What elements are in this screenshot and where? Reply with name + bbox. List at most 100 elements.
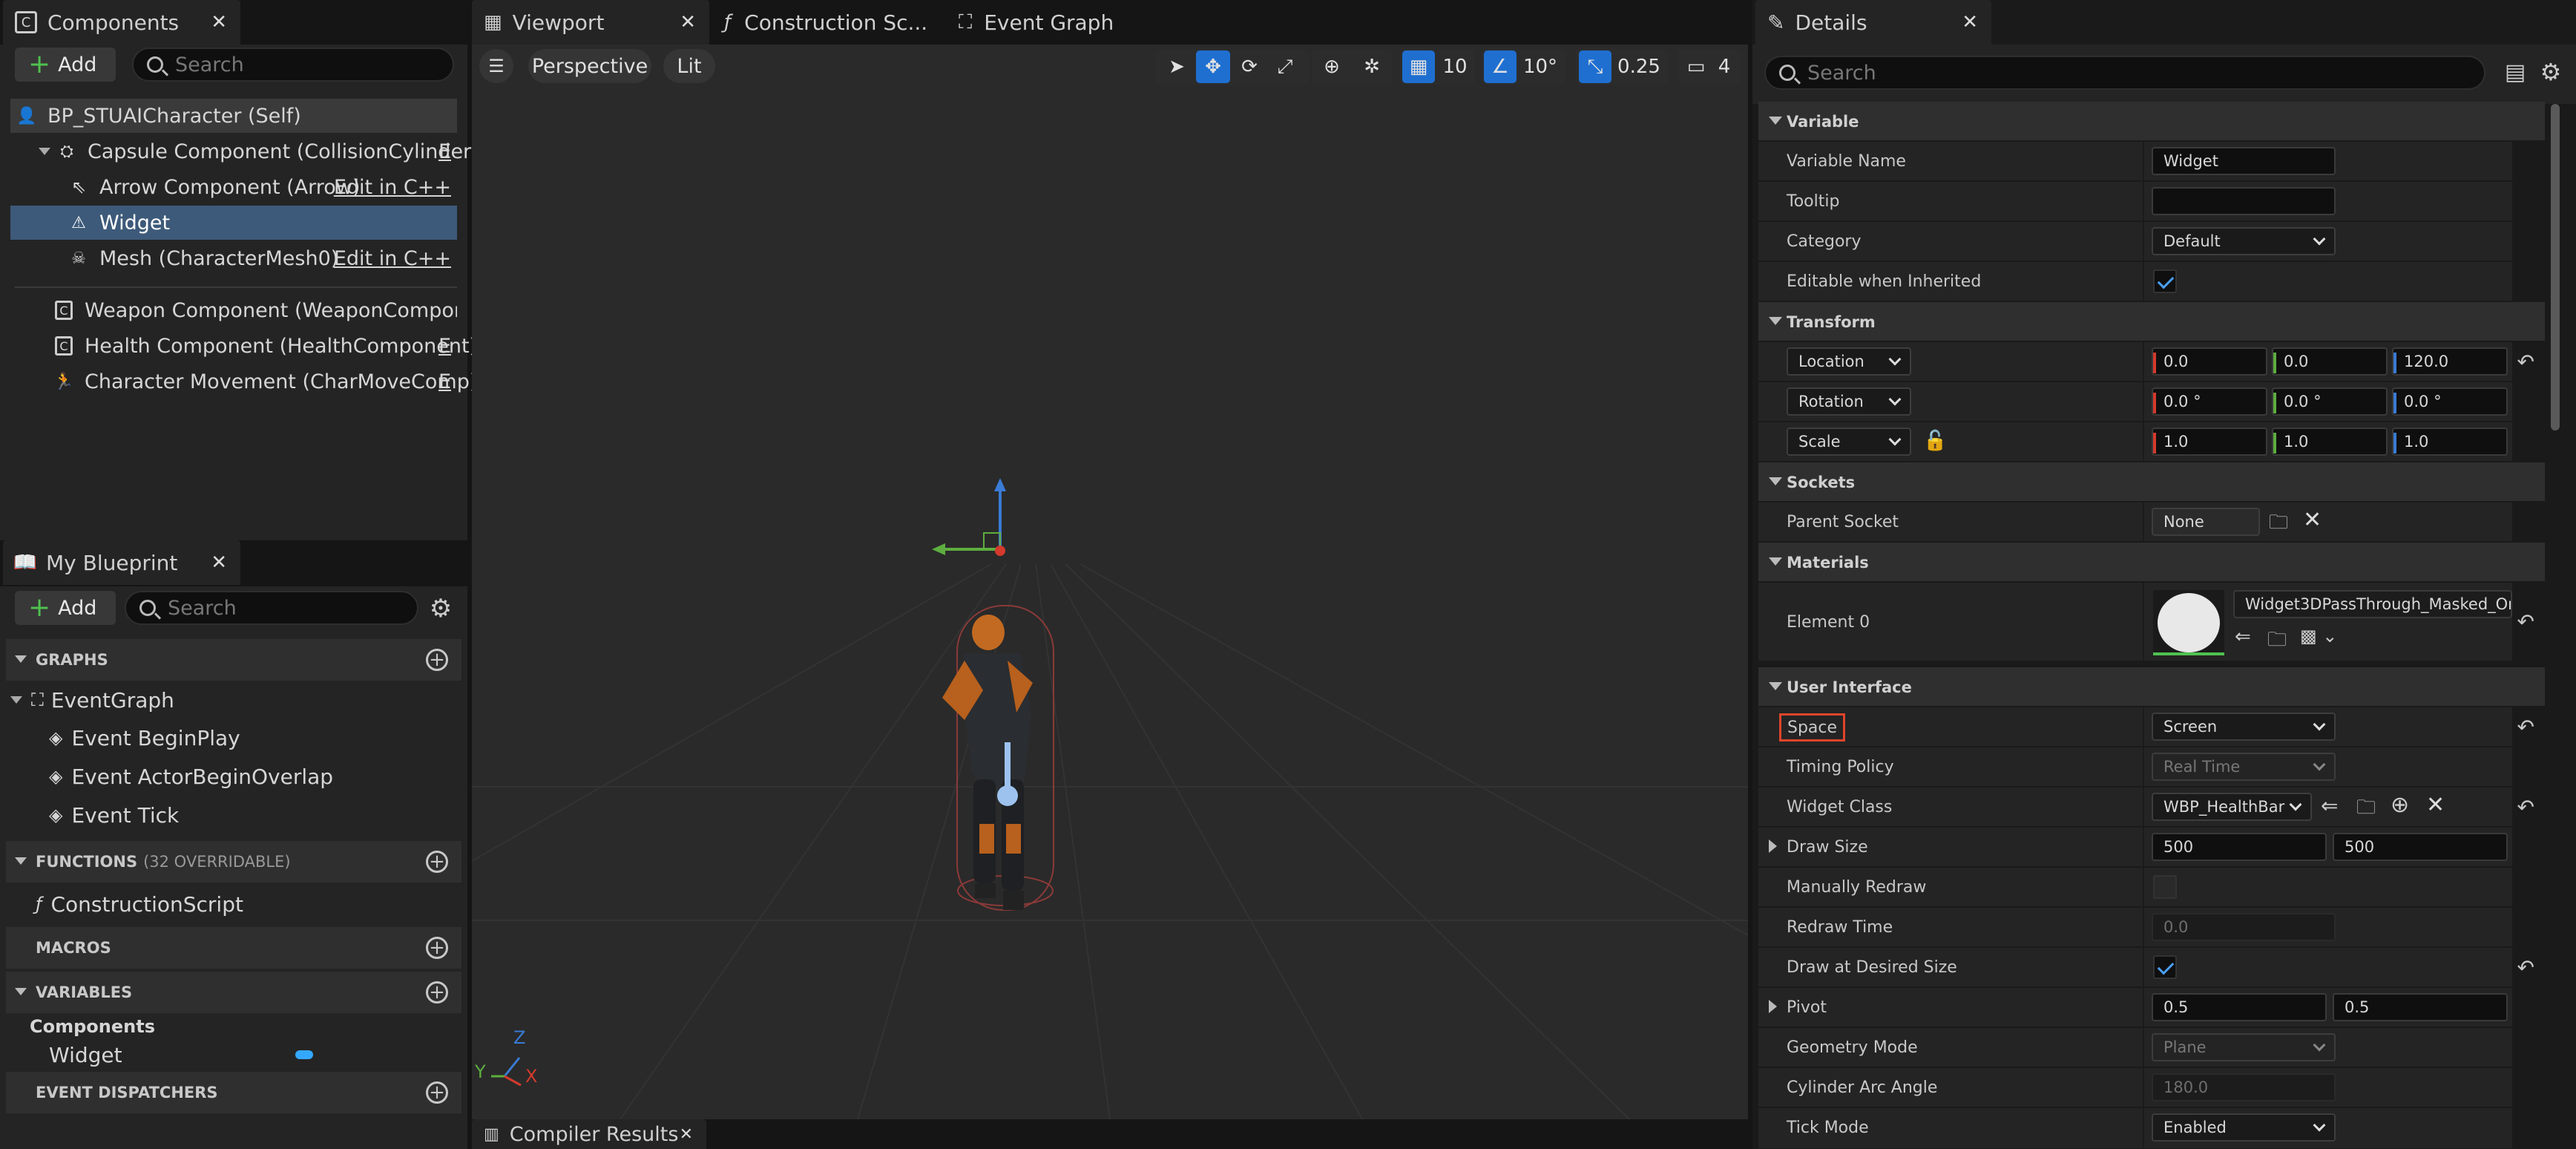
tab-event-graph[interactable]: ⛶ Event Graph xyxy=(947,0,1169,45)
browse-socket-icon[interactable]: 🗀 xyxy=(2269,508,2288,541)
rotation-snap-value[interactable]: 10° xyxy=(1518,50,1563,83)
timing-policy-combo[interactable]: Real Time xyxy=(2152,753,2336,781)
manually-redraw-checkbox[interactable] xyxy=(2153,875,2177,899)
geometry-mode-combo[interactable]: Plane xyxy=(2152,1033,2336,1061)
macros-section-header[interactable]: MACROS + xyxy=(6,927,461,969)
tooltip-input[interactable] xyxy=(2152,187,2336,215)
edit-in-cpp-link[interactable]: E xyxy=(438,370,451,393)
browse-asset-icon[interactable]: 🗀 xyxy=(2267,626,2287,658)
tab-compiler-results[interactable]: ▥ Compiler Results ✕ xyxy=(472,1119,706,1149)
grid-snap-value[interactable]: 10 xyxy=(1438,50,1472,83)
reset-to-default-icon[interactable]: ↶ xyxy=(2517,715,2534,739)
edit-in-cpp-link[interactable]: Edit in C++ xyxy=(334,247,451,270)
add-dispatcher-icon[interactable]: + xyxy=(426,1081,448,1104)
column-splitter[interactable] xyxy=(2143,583,2144,661)
cylinder-arc-input[interactable]: 180.0 xyxy=(2152,1073,2336,1101)
function-item[interactable]: ƒ ConstructionScript xyxy=(36,886,243,923)
tab-viewport[interactable]: ▦ Viewport ✕ xyxy=(472,0,709,45)
section-user-interface[interactable]: User Interface xyxy=(1758,667,2545,707)
browse-asset-icon[interactable]: 🗀 xyxy=(2356,793,2376,826)
unlock-icon[interactable]: 🔓 xyxy=(1923,430,1947,452)
column-splitter[interactable] xyxy=(2143,747,2144,787)
scale-tool-icon[interactable]: ⤢ xyxy=(1269,50,1301,83)
add-function-icon[interactable]: + xyxy=(426,851,448,873)
reset-to-default-icon[interactable]: ↶ xyxy=(2517,350,2534,374)
column-splitter[interactable] xyxy=(2143,707,2144,747)
column-splitter[interactable] xyxy=(2143,503,2144,542)
parent-socket-field[interactable]: None xyxy=(2152,508,2260,536)
rotation-mode-combo[interactable]: Rotation xyxy=(1787,387,1911,416)
variable-name-input[interactable]: Widget xyxy=(2152,147,2336,175)
close-icon[interactable]: ✕ xyxy=(680,11,696,33)
scale-snap-icon[interactable]: ⤡ xyxy=(1579,50,1611,83)
rotation-snap-icon[interactable]: ∠ xyxy=(1484,50,1517,83)
column-splitter[interactable] xyxy=(2143,988,2144,1027)
pivot-y-input[interactable]: 0.5 xyxy=(2333,993,2508,1021)
close-icon[interactable]: ✕ xyxy=(211,551,227,574)
tab-components[interactable]: C Components ✕ xyxy=(3,0,240,45)
edit-in-cpp-link[interactable]: Edit in C++ xyxy=(334,176,451,199)
column-splitter[interactable] xyxy=(2143,262,2144,301)
column-splitter[interactable] xyxy=(2143,948,2144,987)
editable-inherited-checkbox[interactable] xyxy=(2153,269,2177,293)
column-splitter[interactable] xyxy=(2143,908,2144,947)
clear-icon[interactable]: ✕ xyxy=(2303,507,2322,533)
add-new-icon[interactable]: ⊕ xyxy=(2391,792,2409,818)
components-add-button[interactable]: + Add xyxy=(15,48,116,82)
details-search-input[interactable]: Search xyxy=(1764,56,2485,90)
perspective-button[interactable]: Perspective xyxy=(528,49,651,83)
widget-class-combo[interactable]: WBP_HealthBar xyxy=(2152,793,2312,821)
edit-in-cpp-link[interactable]: E xyxy=(438,140,451,163)
location-x-input[interactable]: 0.0 xyxy=(2152,347,2267,376)
viewport-menu-button[interactable]: ☰ xyxy=(479,49,513,83)
close-icon[interactable]: ✕ xyxy=(1962,11,1978,33)
component-item-mesh[interactable]: ☠ Mesh (CharacterMesh0) Edit in C++ xyxy=(10,241,457,275)
event-item[interactable]: ◈ Event BeginPlay xyxy=(49,719,240,756)
tab-my-blueprint[interactable]: 📖 My Blueprint ✕ xyxy=(3,540,240,585)
edit-in-cpp-link[interactable]: E xyxy=(438,335,451,358)
component-item-widget[interactable]: ⚠ Widget xyxy=(10,206,457,240)
character-mesh[interactable] xyxy=(920,601,1098,943)
reset-to-default-icon[interactable]: ↶ xyxy=(2517,955,2534,980)
column-splitter[interactable] xyxy=(2143,1068,2144,1107)
component-item-weapon[interactable]: C Weapon Component (WeaponComponent) xyxy=(10,293,457,327)
scale-x-input[interactable]: 1.0 xyxy=(2152,428,2267,456)
column-splitter[interactable] xyxy=(2143,222,2144,261)
draw-desired-size-checkbox[interactable] xyxy=(2153,955,2177,979)
material-name-field[interactable]: Widget3DPassThrough_Masked_One xyxy=(2233,590,2512,618)
space-combo[interactable]: Screen xyxy=(2152,713,2336,741)
blueprint-add-button[interactable]: + Add xyxy=(15,591,116,625)
location-y-input[interactable]: 0.0 xyxy=(2272,347,2388,376)
property-matrix-icon[interactable]: ▤ xyxy=(2500,56,2530,88)
world-space-icon[interactable]: ⊕ xyxy=(1315,50,1349,83)
viewport-area[interactable] xyxy=(472,45,1748,1119)
close-icon[interactable]: ✕ xyxy=(211,11,227,33)
component-item-movement[interactable]: 🏃 Character Movement (CharMoveComp) E xyxy=(10,364,477,399)
redraw-time-input[interactable]: 0.0 xyxy=(2152,913,2336,941)
pivot-x-input[interactable]: 0.5 xyxy=(2152,993,2327,1021)
functions-section-header[interactable]: FUNCTIONS (32 OVERRIDABLE) + xyxy=(6,841,461,883)
camera-speed-value[interactable]: 4 xyxy=(1711,50,1738,83)
reset-to-default-icon[interactable]: ↶ xyxy=(2517,609,2534,634)
tab-details[interactable]: ✎ Details ✕ xyxy=(1755,0,1991,45)
reset-to-default-icon[interactable]: ↶ xyxy=(2517,795,2534,819)
column-splitter[interactable] xyxy=(2143,1108,2144,1148)
column-splitter[interactable] xyxy=(2143,142,2144,181)
column-splitter[interactable] xyxy=(2143,788,2144,827)
section-variable[interactable]: Variable xyxy=(1758,102,2545,141)
event-graph-item[interactable]: ⛶ EventGraph xyxy=(10,681,174,718)
column-splitter[interactable] xyxy=(2143,182,2144,221)
collapse-arrow-icon[interactable] xyxy=(39,148,50,155)
add-variable-icon[interactable]: + xyxy=(426,981,448,1004)
component-item-health[interactable]: C Health Component (HealthComponent) E xyxy=(10,329,477,363)
add-graph-icon[interactable]: + xyxy=(426,649,448,671)
component-item-self[interactable]: 👤 BP_STUAICharacter (Self) xyxy=(10,99,457,133)
tick-mode-combo[interactable]: Enabled xyxy=(2152,1113,2336,1142)
select-tool-icon[interactable]: ➤ xyxy=(1160,50,1193,83)
settings-gear-icon[interactable]: ⚙ xyxy=(2536,56,2566,88)
event-item[interactable]: ◈ Event ActorBeginOverlap xyxy=(49,758,333,795)
scale-y-input[interactable]: 1.0 xyxy=(2272,428,2388,456)
column-splitter[interactable] xyxy=(2143,1028,2144,1067)
column-splitter[interactable] xyxy=(2143,382,2144,422)
rotation-y-input[interactable]: 0.0 ° xyxy=(2272,387,2388,416)
